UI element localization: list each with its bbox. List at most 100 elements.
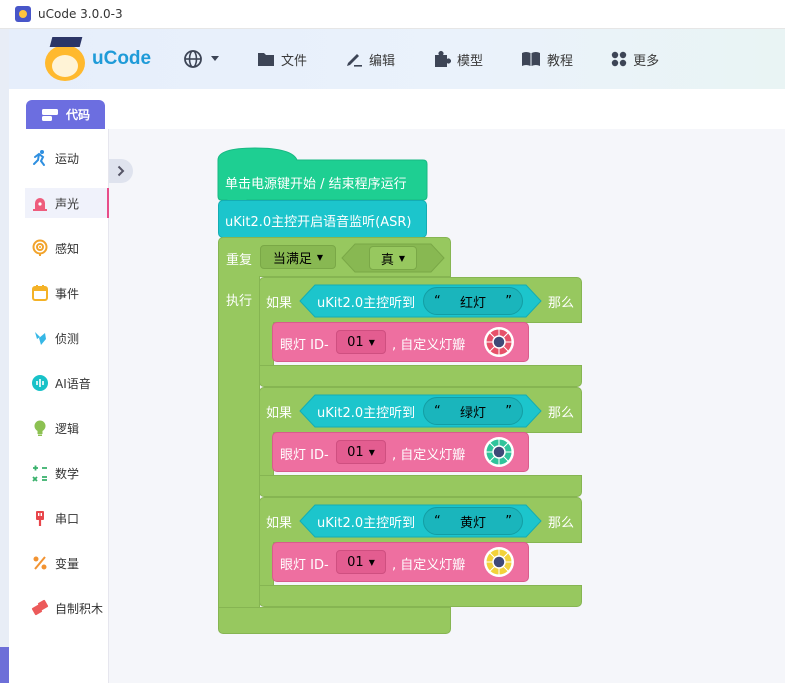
- if-block-footer[interactable]: [259, 475, 582, 497]
- collapse-palette-button[interactable]: [109, 159, 133, 183]
- eye-light-id-value: 01: [347, 444, 364, 460]
- grid-icon: [611, 51, 627, 67]
- custom-petal-label: , 自定义灯瓣: [392, 558, 466, 573]
- sensor-icon: [32, 239, 48, 256]
- if-label: 如果: [266, 516, 293, 531]
- chevron-down-icon: [211, 56, 219, 61]
- petal-color-picker[interactable]: [485, 548, 513, 576]
- eye-light-id-dropdown[interactable]: 01 ▼: [336, 440, 386, 464]
- category-label: 感知: [55, 241, 80, 256]
- nav-tutorial[interactable]: 教程: [521, 50, 573, 69]
- keyword-value: 红灯: [459, 295, 486, 311]
- ucode-logo: [39, 33, 91, 85]
- close-quote: ”: [505, 513, 512, 529]
- eye-light-label: 眼灯 ID-: [280, 448, 329, 463]
- if-label: 如果: [266, 406, 293, 421]
- voice-heard-label: uKit2.0主控听到: [317, 516, 416, 531]
- puzzle-icon: [435, 51, 452, 67]
- voice-heard-label: uKit2.0主控听到: [317, 296, 416, 311]
- keyword-input[interactable]: “ 黄灯 ”: [423, 507, 523, 535]
- eye-light-id-dropdown[interactable]: 01 ▼: [336, 550, 386, 574]
- category-label: 运动: [55, 151, 80, 166]
- category-detect[interactable]: 侦测: [25, 323, 109, 353]
- category-label: AI语音: [55, 376, 91, 391]
- petal-center: [492, 335, 506, 349]
- nav-model-label: 模型: [457, 53, 484, 69]
- open-quote: “: [434, 513, 441, 529]
- category-label: 逻辑: [55, 421, 80, 436]
- repeat-mode-dropdown[interactable]: 当满足 ▼: [260, 245, 336, 269]
- open-quote: “: [434, 403, 441, 419]
- category-motion[interactable]: 运动: [25, 143, 109, 173]
- petal-color-picker[interactable]: [485, 438, 513, 466]
- repeat-label: 重复: [226, 253, 253, 268]
- category-label: 串口: [55, 511, 80, 526]
- eye-light-id-value: 01: [347, 334, 364, 350]
- keyword-input[interactable]: “ 红灯 ”: [423, 287, 523, 315]
- eye-light-id-dropdown[interactable]: 01 ▼: [336, 330, 386, 354]
- category-label: 侦测: [55, 331, 80, 346]
- category-variables[interactable]: 变量: [25, 548, 109, 578]
- petal-color-picker[interactable]: [485, 328, 513, 356]
- keyword-value: 绿灯: [459, 405, 486, 421]
- nav-file[interactable]: 文件: [257, 50, 307, 69]
- custom-block-icon: [31, 599, 49, 616]
- nav-tutorial-label: 教程: [547, 53, 574, 69]
- repeat-mode-value: 当满足: [272, 251, 312, 267]
- category-label: 声光: [55, 196, 80, 211]
- category-events[interactable]: 事件: [25, 278, 109, 308]
- category-ai-voice[interactable]: AI语音: [25, 368, 109, 398]
- category-label: 事件: [55, 286, 80, 301]
- close-quote: ”: [505, 403, 512, 419]
- open-quote: “: [434, 293, 441, 309]
- detect-icon: [35, 332, 46, 345]
- nav-more[interactable]: 更多: [611, 50, 659, 69]
- tab-code[interactable]: 代码: [26, 100, 105, 129]
- code-block-icon: [41, 108, 58, 121]
- calendar-icon: [32, 285, 48, 301]
- category-sound-light[interactable]: 声光: [25, 188, 109, 218]
- siren-icon: [33, 198, 47, 211]
- then-label: 那么: [548, 296, 575, 311]
- nav-more-label: 更多: [633, 53, 660, 69]
- category-label: 数学: [55, 466, 80, 481]
- nav-edit-label: 编辑: [369, 53, 396, 69]
- category-sensing[interactable]: 感知: [25, 233, 109, 263]
- if-block-footer[interactable]: [259, 365, 582, 387]
- category-logic[interactable]: 逻辑: [25, 413, 109, 443]
- category-label: 自制积木: [55, 601, 104, 616]
- app-header: uCode 文件 编辑 模型 教程 更多: [9, 29, 785, 89]
- window-title: uCode 3.0.0-3: [38, 7, 123, 21]
- pen-icon: [347, 54, 363, 67]
- hat-block-label: 单击电源键开始 / 结束程序运行: [225, 177, 407, 192]
- category-serial[interactable]: 串口: [25, 503, 109, 533]
- custom-petal-label: , 自定义灯瓣: [392, 338, 466, 353]
- nav-edit[interactable]: 编辑: [345, 50, 395, 69]
- condition-dropdown[interactable]: 真 ▼: [369, 246, 417, 270]
- condition-value: 真: [380, 252, 394, 268]
- category-math[interactable]: 数学: [25, 458, 109, 488]
- eye-light-label: 眼灯 ID-: [280, 558, 329, 573]
- petal-center: [492, 555, 506, 569]
- title-bar: uCode 3.0.0-3: [0, 0, 785, 29]
- repeat-block-arm[interactable]: [218, 276, 260, 608]
- variable-icon: [33, 556, 47, 570]
- run-icon: [33, 150, 45, 166]
- app-icon: [15, 6, 31, 22]
- language-menu[interactable]: [183, 48, 225, 70]
- bulb-icon: [34, 420, 46, 436]
- repeat-block-footer[interactable]: [218, 607, 451, 634]
- petal-center: [492, 445, 506, 459]
- then-label: 那么: [548, 516, 575, 531]
- serial-icon: [36, 511, 44, 526]
- folder-icon: [258, 53, 274, 66]
- nav-model[interactable]: 模型: [433, 50, 483, 69]
- if-block-footer[interactable]: [259, 585, 582, 607]
- exec-label: 执行: [226, 294, 253, 309]
- top-nav: 文件 编辑 模型 教程 更多: [183, 29, 659, 89]
- category-custom-blocks[interactable]: 自制积木: [25, 593, 109, 623]
- keyword-input[interactable]: “ 绿灯 ”: [423, 397, 523, 425]
- chevron-right-icon: [117, 165, 125, 177]
- voice-icon: [32, 375, 48, 391]
- logo-text: uCode: [92, 48, 152, 69]
